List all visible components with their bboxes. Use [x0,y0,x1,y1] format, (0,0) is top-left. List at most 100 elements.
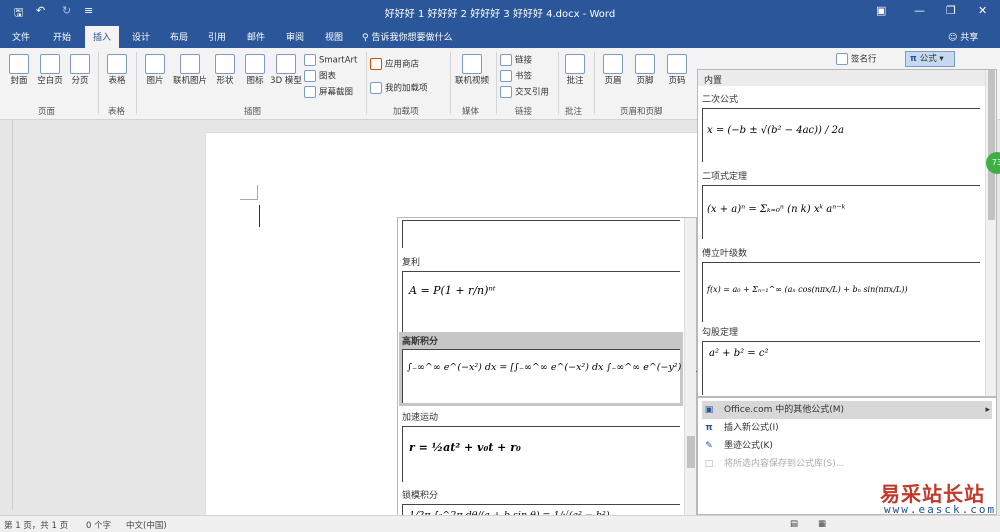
more-equations-office-item[interactable]: ▣ Office.com 中的其他公式(M) ▸ [702,401,992,419]
tab-layout[interactable]: 布局 [170,30,188,43]
equation-title: 复利 [402,258,421,268]
link-button[interactable]: 链接 [500,54,556,67]
scrollbar-thumb[interactable] [988,70,995,220]
tab-file[interactable]: 文件 [12,30,30,43]
gallery-scrollbar[interactable] [684,218,696,529]
table-group-label: 表格 [108,107,126,117]
equation-quadratic[interactable]: x = (−b ± √(b² − 4ac)) / 2a [702,108,980,162]
3d-models-label: 3D 模型 [270,76,302,86]
footer-button[interactable]: 页脚 [630,54,660,87]
tab-insert[interactable]: 插入 [85,26,120,48]
builtin-section-header: 内置 [698,70,986,86]
links-group-label: 链接 [515,107,533,117]
panel-scrollbar[interactable] [985,70,996,396]
group-separator [496,52,497,114]
link-label: 链接 [515,55,533,66]
smartart-icon [304,54,316,66]
close-button[interactable]: ✕ [978,4,987,17]
equation-pythagorean[interactable]: a² + b² = c² [702,341,980,395]
equation-dropdown-panel[interactable]: 内置 二次公式 x = (−b ± √(b² − 4ac)) / 2a 二项式定… [697,69,997,397]
signature-icon [836,53,848,65]
equation-accelerated-motion[interactable]: r = ½at² + v₀t + r₀ [402,426,680,482]
equation-gallery[interactable]: 复利 A = P(1 + r/n)ⁿᵗ 高斯积分 ∫₋∞^∞ e^(−x²) d… [397,217,730,530]
blank-page-label: 空白页 [37,76,63,86]
page-break-button[interactable]: 分页 [66,54,94,87]
submenu-arrow-icon: ▸ [985,405,990,415]
formula-text: A = P(1 + r/n)ⁿᵗ [409,284,496,297]
3d-models-button[interactable]: 3D 模型 [270,54,302,87]
illustrations-group-label: 插图 [244,107,262,117]
my-addins-label: 我的加载项 [385,83,428,94]
shapes-button[interactable]: 形状 [210,54,240,87]
equation-compound-interest[interactable]: A = P(1 + r/n)ⁿᵗ [402,271,680,333]
minimize-button[interactable]: — [914,4,925,17]
online-pictures-button[interactable]: 联机图片 [170,54,210,87]
comment-icon [565,54,585,74]
screenshot-button[interactable]: 屏幕截图 [304,86,364,99]
scrollbar-thumb[interactable] [687,436,695,468]
store-label: 应用商店 [385,59,420,70]
footer-label: 页脚 [636,76,654,86]
tab-mailings[interactable]: 邮件 [247,30,265,43]
header-button[interactable]: 页眉 [598,54,628,87]
comments-group-label: 批注 [565,107,583,117]
signature-line-button[interactable]: 签名行 [836,53,896,66]
cross-reference-label: 交叉引用 [515,87,550,98]
vertical-ruler [12,120,13,510]
store-button[interactable]: 应用商店 [370,58,450,71]
formula-text: ∫₋∞^∞ e^(−x²) dx = [∫₋∞^∞ e^(−x²) dx ∫₋∞… [407,362,731,373]
tab-review[interactable]: 审阅 [286,30,304,43]
status-bar: 第 1 页，共 1 页 0 个字 中文(中国) ▤ ▦ [0,515,1000,532]
cross-reference-button[interactable]: 交叉引用 [500,86,556,99]
equation-preview-partial[interactable] [402,220,680,248]
word-count[interactable]: 0 个字 [86,519,111,531]
footer-icon [635,54,655,74]
save-selection-to-gallery-item: □ 将所选内容保存到公式库(S)... [702,455,992,473]
pictures-button[interactable]: 图片 [140,54,170,87]
maximize-button[interactable]: ❐ [946,4,956,17]
print-layout-icon[interactable]: ▦ [818,519,826,529]
margin-corner-mark [240,185,258,200]
blank-page-button[interactable]: 空白页 [34,54,66,87]
text-cursor [259,205,260,227]
insert-new-equation-item[interactable]: π 插入新公式(I) [702,419,992,437]
cover-page-button[interactable]: 封面 [4,54,34,87]
pictures-label: 图片 [146,76,164,86]
comment-button[interactable]: 批注 [560,54,590,87]
page-number-button[interactable]: 页码 [662,54,692,87]
table-button[interactable]: 表格 [102,54,132,87]
language-indicator[interactable]: 中文(中国) [126,519,167,531]
share-button[interactable]: ☺ 共享 [948,30,978,43]
shapes-label: 形状 [216,76,234,86]
chart-label: 图表 [319,71,337,82]
tell-me-search[interactable]: ⚲ 告诉我你想要做什么 [362,30,452,43]
equation-title: 勾股定理 [702,328,739,338]
table-icon [107,54,127,74]
formula-text: (x + a)ⁿ = Σₖ₌₀ⁿ (n k) xᵏ aⁿ⁻ᵏ [707,204,846,215]
icons-button[interactable]: 图标 [240,54,270,87]
page-count[interactable]: 第 1 页，共 1 页 [4,519,68,531]
equation-title: 傅立叶级数 [702,249,748,259]
tab-home[interactable]: 开始 [53,30,71,43]
addins-icon [370,82,382,94]
tab-view[interactable]: 视图 [325,30,343,43]
tab-design[interactable]: 设计 [132,30,150,43]
equation-binomial[interactable]: (x + a)ⁿ = Σₖ₌₀ⁿ (n k) xᵏ aⁿ⁻ᵏ [702,185,980,239]
equation-gaussian-integral[interactable]: ∫₋∞^∞ e^(−x²) dx = [∫₋∞^∞ e^(−x²) dx ∫₋∞… [402,349,730,403]
header-footer-group-label: 页眉和页脚 [620,107,663,117]
smartart-button[interactable]: SmartArt [304,54,364,67]
bookmark-button[interactable]: 书签 [500,70,556,83]
pi-icon: π [910,54,920,64]
chart-button[interactable]: 图表 [304,70,364,83]
page-number-label: 页码 [668,76,686,86]
ink-equation-item[interactable]: ✎ 墨迹公式(K) [702,437,992,455]
my-addins-button[interactable]: 我的加载项 [370,82,450,95]
tab-references[interactable]: 引用 [208,30,226,43]
equation-title: 锁模积分 [402,491,439,501]
read-mode-icon[interactable]: ▤ [790,519,798,529]
ribbon-display-options-icon[interactable]: ▣ [876,4,886,17]
equation-button[interactable]: π 公式 ▾ [905,51,955,67]
menu-item-label: Office.com 中的其他公式(M) [724,405,845,415]
equation-fourier[interactable]: f(x) = a₀ + Σₙ₌₁^∞ (aₙ cos(nπx/L) + bₙ s… [702,262,980,322]
online-video-button[interactable]: 联机视频 [452,54,492,87]
